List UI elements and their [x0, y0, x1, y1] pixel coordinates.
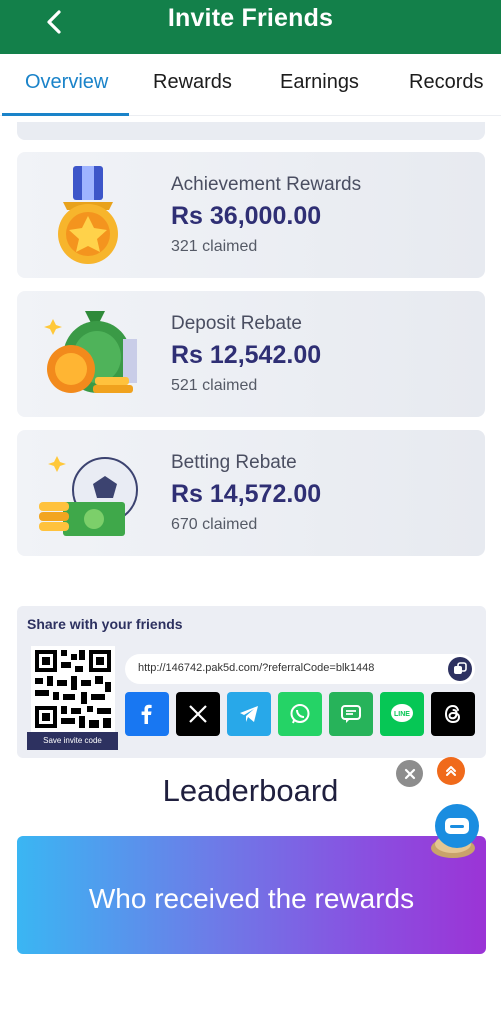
scroll-top-button[interactable]	[437, 757, 465, 785]
card-title: Betting Rebate	[171, 452, 297, 473]
tab-overview[interactable]: Overview	[25, 71, 108, 94]
tab-bar: Overview Rewards Earnings Records	[0, 54, 501, 116]
rewards-banner: Who received the rewards	[17, 836, 486, 954]
reward-card-achievement[interactable]: Achievement Rewards Rs 36,000.00 321 cla…	[17, 152, 485, 278]
share-sms-button[interactable]	[329, 692, 373, 736]
copy-link-button[interactable]	[448, 657, 472, 681]
customer-service-button[interactable]	[421, 796, 485, 862]
card-amount: Rs 14,572.00	[171, 480, 322, 508]
share-title: Share with your friends	[27, 616, 183, 632]
card-claimed-count: 670 claimed	[171, 516, 258, 533]
share-x-button[interactable]	[176, 692, 220, 736]
x-icon	[189, 705, 207, 723]
share-whatsapp-button[interactable]	[278, 692, 322, 736]
referral-link-field[interactable]: http://146742.pak5d.com/?referralCode=bl…	[125, 654, 475, 684]
card-claimed-count: 321 claimed	[171, 238, 258, 255]
whatsapp-icon	[290, 704, 310, 724]
banner-text: Who received the rewards	[88, 883, 415, 914]
reward-card-betting[interactable]: Betting Rebate Rs 14,572.00 670 claimed	[17, 430, 485, 556]
tab-earnings[interactable]: Earnings	[280, 71, 359, 94]
qr-code-icon	[31, 646, 115, 732]
close-float-button[interactable]	[396, 760, 423, 787]
app-header: Invite Friends	[0, 0, 501, 54]
active-tab-indicator	[2, 113, 129, 116]
share-telegram-button[interactable]	[227, 692, 271, 736]
page-title: Invite Friends	[167, 4, 334, 32]
threads-icon	[444, 704, 461, 724]
facebook-icon	[141, 704, 152, 724]
share-threads-button[interactable]	[431, 692, 475, 736]
double-chevron-up-icon	[446, 766, 456, 776]
card-claimed-count: 521 claimed	[171, 377, 258, 394]
message-icon	[341, 705, 361, 723]
soccer-ball-cash-icon	[39, 456, 138, 536]
money-bag-coins-icon	[44, 311, 137, 393]
card-amount: Rs 36,000.00	[171, 202, 322, 230]
close-icon	[404, 768, 415, 779]
medal-icon	[58, 166, 118, 264]
svg-text:LINE: LINE	[394, 711, 410, 718]
save-invite-code-button[interactable]: Save invite code	[27, 732, 118, 750]
card-title: Achievement Rewards	[171, 174, 362, 195]
previous-card-edge	[17, 122, 485, 140]
reward-card-deposit[interactable]: Deposit Rebate Rs 12,542.00 521 claimed	[17, 291, 485, 417]
line-icon: LINE	[391, 704, 413, 722]
referral-link-text: http://146742.pak5d.com/?referralCode=bl…	[138, 662, 375, 674]
card-title: Deposit Rebate	[171, 313, 302, 334]
card-amount: Rs 12,542.00	[171, 341, 322, 369]
share-line-button[interactable]: LINE	[380, 692, 424, 736]
copy-icon	[454, 662, 467, 674]
chat-support-icon	[431, 804, 479, 858]
share-facebook-button[interactable]	[125, 692, 169, 736]
tab-rewards[interactable]: Rewards	[153, 71, 232, 94]
tab-records[interactable]: Records	[409, 71, 483, 94]
telegram-icon	[240, 706, 258, 722]
share-panel: Share with your friends Save invite code…	[17, 606, 486, 758]
